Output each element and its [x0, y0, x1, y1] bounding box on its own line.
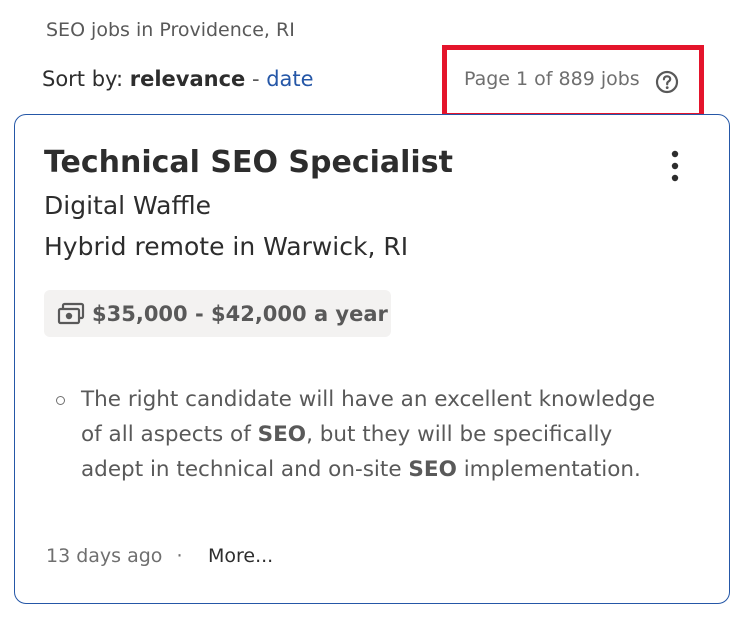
money-bills-icon — [57, 302, 85, 324]
snippet-keyword: SEO — [408, 457, 457, 482]
job-location: Hybrid remote in Warwick, RI — [44, 232, 409, 261]
footer-separator: · — [176, 545, 183, 567]
job-title-link[interactable]: Technical SEO Specialist — [44, 145, 453, 180]
snippet-part3: implementation. — [456, 457, 641, 482]
job-card[interactable] — [14, 114, 730, 604]
sort-separator: - — [251, 67, 260, 91]
question-circle-icon[interactable] — [655, 70, 679, 94]
pagination-count: Page 1 of 889 jobs — [464, 68, 640, 90]
company-name: Digital Waffle — [44, 191, 212, 220]
salary-badge: $35,000 - $42,000 a year — [44, 290, 391, 337]
job-footer: 13 days ago · — [46, 545, 196, 567]
snippet-keyword: SEO — [257, 422, 307, 447]
search-context-label: SEO jobs in Providence, RI — [46, 19, 295, 41]
sort-label: Sort by: — [42, 67, 124, 91]
more-vertical-icon[interactable] — [662, 148, 688, 184]
sort-control: Sort by: relevance - date — [42, 67, 314, 91]
job-results-panel: SEO jobs in Providence, RI Sort by: rele… — [0, 0, 746, 621]
job-snippet: The right candidate will have an excelle… — [56, 382, 676, 487]
posted-date: 13 days ago — [46, 545, 163, 567]
more-link[interactable]: More... — [208, 545, 273, 567]
sort-option-relevance: relevance — [129, 67, 246, 91]
sort-option-date[interactable]: date — [266, 67, 313, 91]
job-snippet-text: The right candidate will have an excelle… — [81, 382, 676, 487]
salary-text: $35,000 - $42,000 a year — [92, 301, 388, 326]
bullet-icon — [56, 396, 65, 405]
